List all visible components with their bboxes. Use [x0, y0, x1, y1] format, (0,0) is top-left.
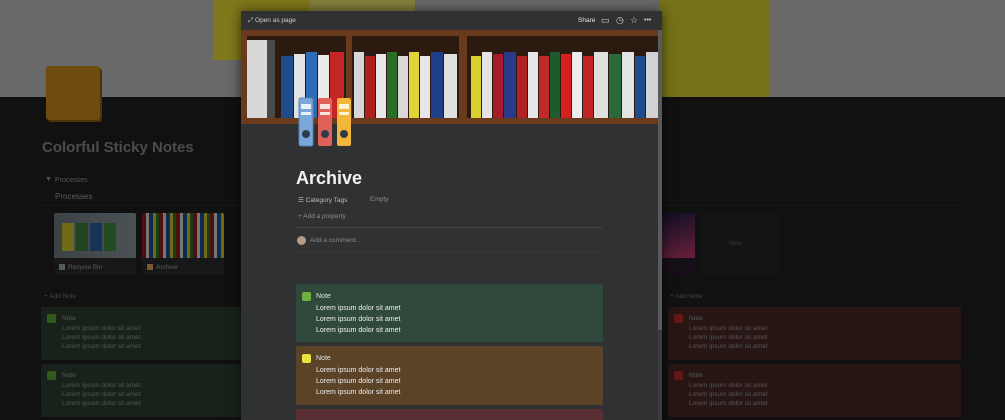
- star-icon[interactable]: ☆: [630, 15, 638, 26]
- binder-decoration: [281, 56, 293, 118]
- binder-decoration: [583, 56, 593, 118]
- binder-decoration: [635, 56, 645, 118]
- binder-decoration: [561, 54, 571, 118]
- binder-decoration: [376, 54, 386, 118]
- binder-decoration: [247, 40, 267, 118]
- note-title: Note: [316, 355, 331, 362]
- binder-decoration: [539, 56, 549, 118]
- modal-scrollbar[interactable]: [658, 30, 662, 420]
- avatar: [297, 236, 306, 245]
- add-comment-input[interactable]: Add a comment...: [310, 237, 361, 244]
- note-line: Lorem ipsum dolor sit amet: [316, 378, 401, 385]
- binder-decoration: [572, 52, 582, 118]
- binder-decoration: [493, 54, 503, 118]
- binder-decoration: [365, 56, 375, 118]
- binder-decoration: [609, 54, 621, 118]
- note-block[interactable]: Note Lorem ipsum dolor sit amet Lorem ip…: [296, 284, 603, 342]
- add-property-button[interactable]: + Add a property: [298, 213, 346, 220]
- divider: [296, 227, 602, 228]
- list-icon: ☰: [298, 197, 304, 204]
- note-line: Lorem ipsum dolor sit amet: [316, 389, 401, 396]
- binder-decoration: [420, 56, 430, 118]
- binder-decoration: [482, 52, 492, 118]
- binder-decoration: [504, 52, 516, 118]
- binder-decoration: [622, 52, 634, 118]
- binder-decoration: [431, 52, 443, 118]
- property-category-tags[interactable]: ☰ Category Tags: [298, 196, 347, 204]
- binder-decoration: [267, 40, 275, 118]
- note-color-icon: [302, 354, 311, 363]
- binder-decoration: [528, 52, 538, 118]
- clock-icon[interactable]: ◷: [616, 15, 624, 26]
- binder-decoration: [398, 56, 408, 118]
- shelf-decoration: [459, 30, 467, 124]
- binder-decoration: [517, 56, 527, 118]
- binder-decoration: [550, 52, 560, 118]
- binder-decoration: [594, 52, 608, 118]
- binder-decoration: [387, 52, 397, 118]
- note-line: Lorem ipsum dolor sit amet: [316, 367, 401, 374]
- comment-icon[interactable]: ▭: [601, 15, 610, 26]
- scrollbar-thumb[interactable]: [658, 30, 662, 330]
- binder-decoration: [471, 56, 481, 118]
- note-block[interactable]: Note Lorem ipsum dolor sit amet Lorem ip…: [296, 346, 603, 405]
- share-button[interactable]: Share: [578, 17, 595, 24]
- shelf-decoration: [241, 30, 658, 36]
- page-title[interactable]: Archive: [296, 168, 362, 189]
- note-color-icon: [302, 292, 311, 301]
- more-icon[interactable]: •••: [644, 17, 651, 24]
- open-as-page-button[interactable]: ⤢ Open as page: [248, 17, 296, 25]
- binder-icon[interactable]: [297, 96, 355, 148]
- note-line: Lorem ipsum dolor sit amet: [316, 316, 401, 323]
- property-label: Category Tags: [305, 197, 348, 204]
- note-title: Note: [316, 293, 331, 300]
- note-block[interactable]: [296, 409, 603, 420]
- modal-topbar: ⤢ Open as page Share ▭ ◷ ☆ •••: [241, 11, 662, 30]
- binder-decoration: [646, 52, 658, 118]
- binder-decoration: [409, 52, 419, 118]
- binder-decoration: [444, 54, 457, 118]
- property-value[interactable]: Empty: [370, 196, 388, 203]
- page-peek-modal: ⤢ Open as page Share ▭ ◷ ☆ ••• Archive ☰…: [241, 11, 662, 420]
- open-as-page-label: Open as page: [255, 17, 296, 24]
- binder-decoration: [354, 52, 364, 118]
- note-line: Lorem ipsum dolor sit amet: [316, 327, 401, 334]
- divider: [296, 251, 602, 252]
- expand-icon: ⤢: [248, 17, 254, 24]
- note-line: Lorem ipsum dolor sit amet: [316, 305, 401, 312]
